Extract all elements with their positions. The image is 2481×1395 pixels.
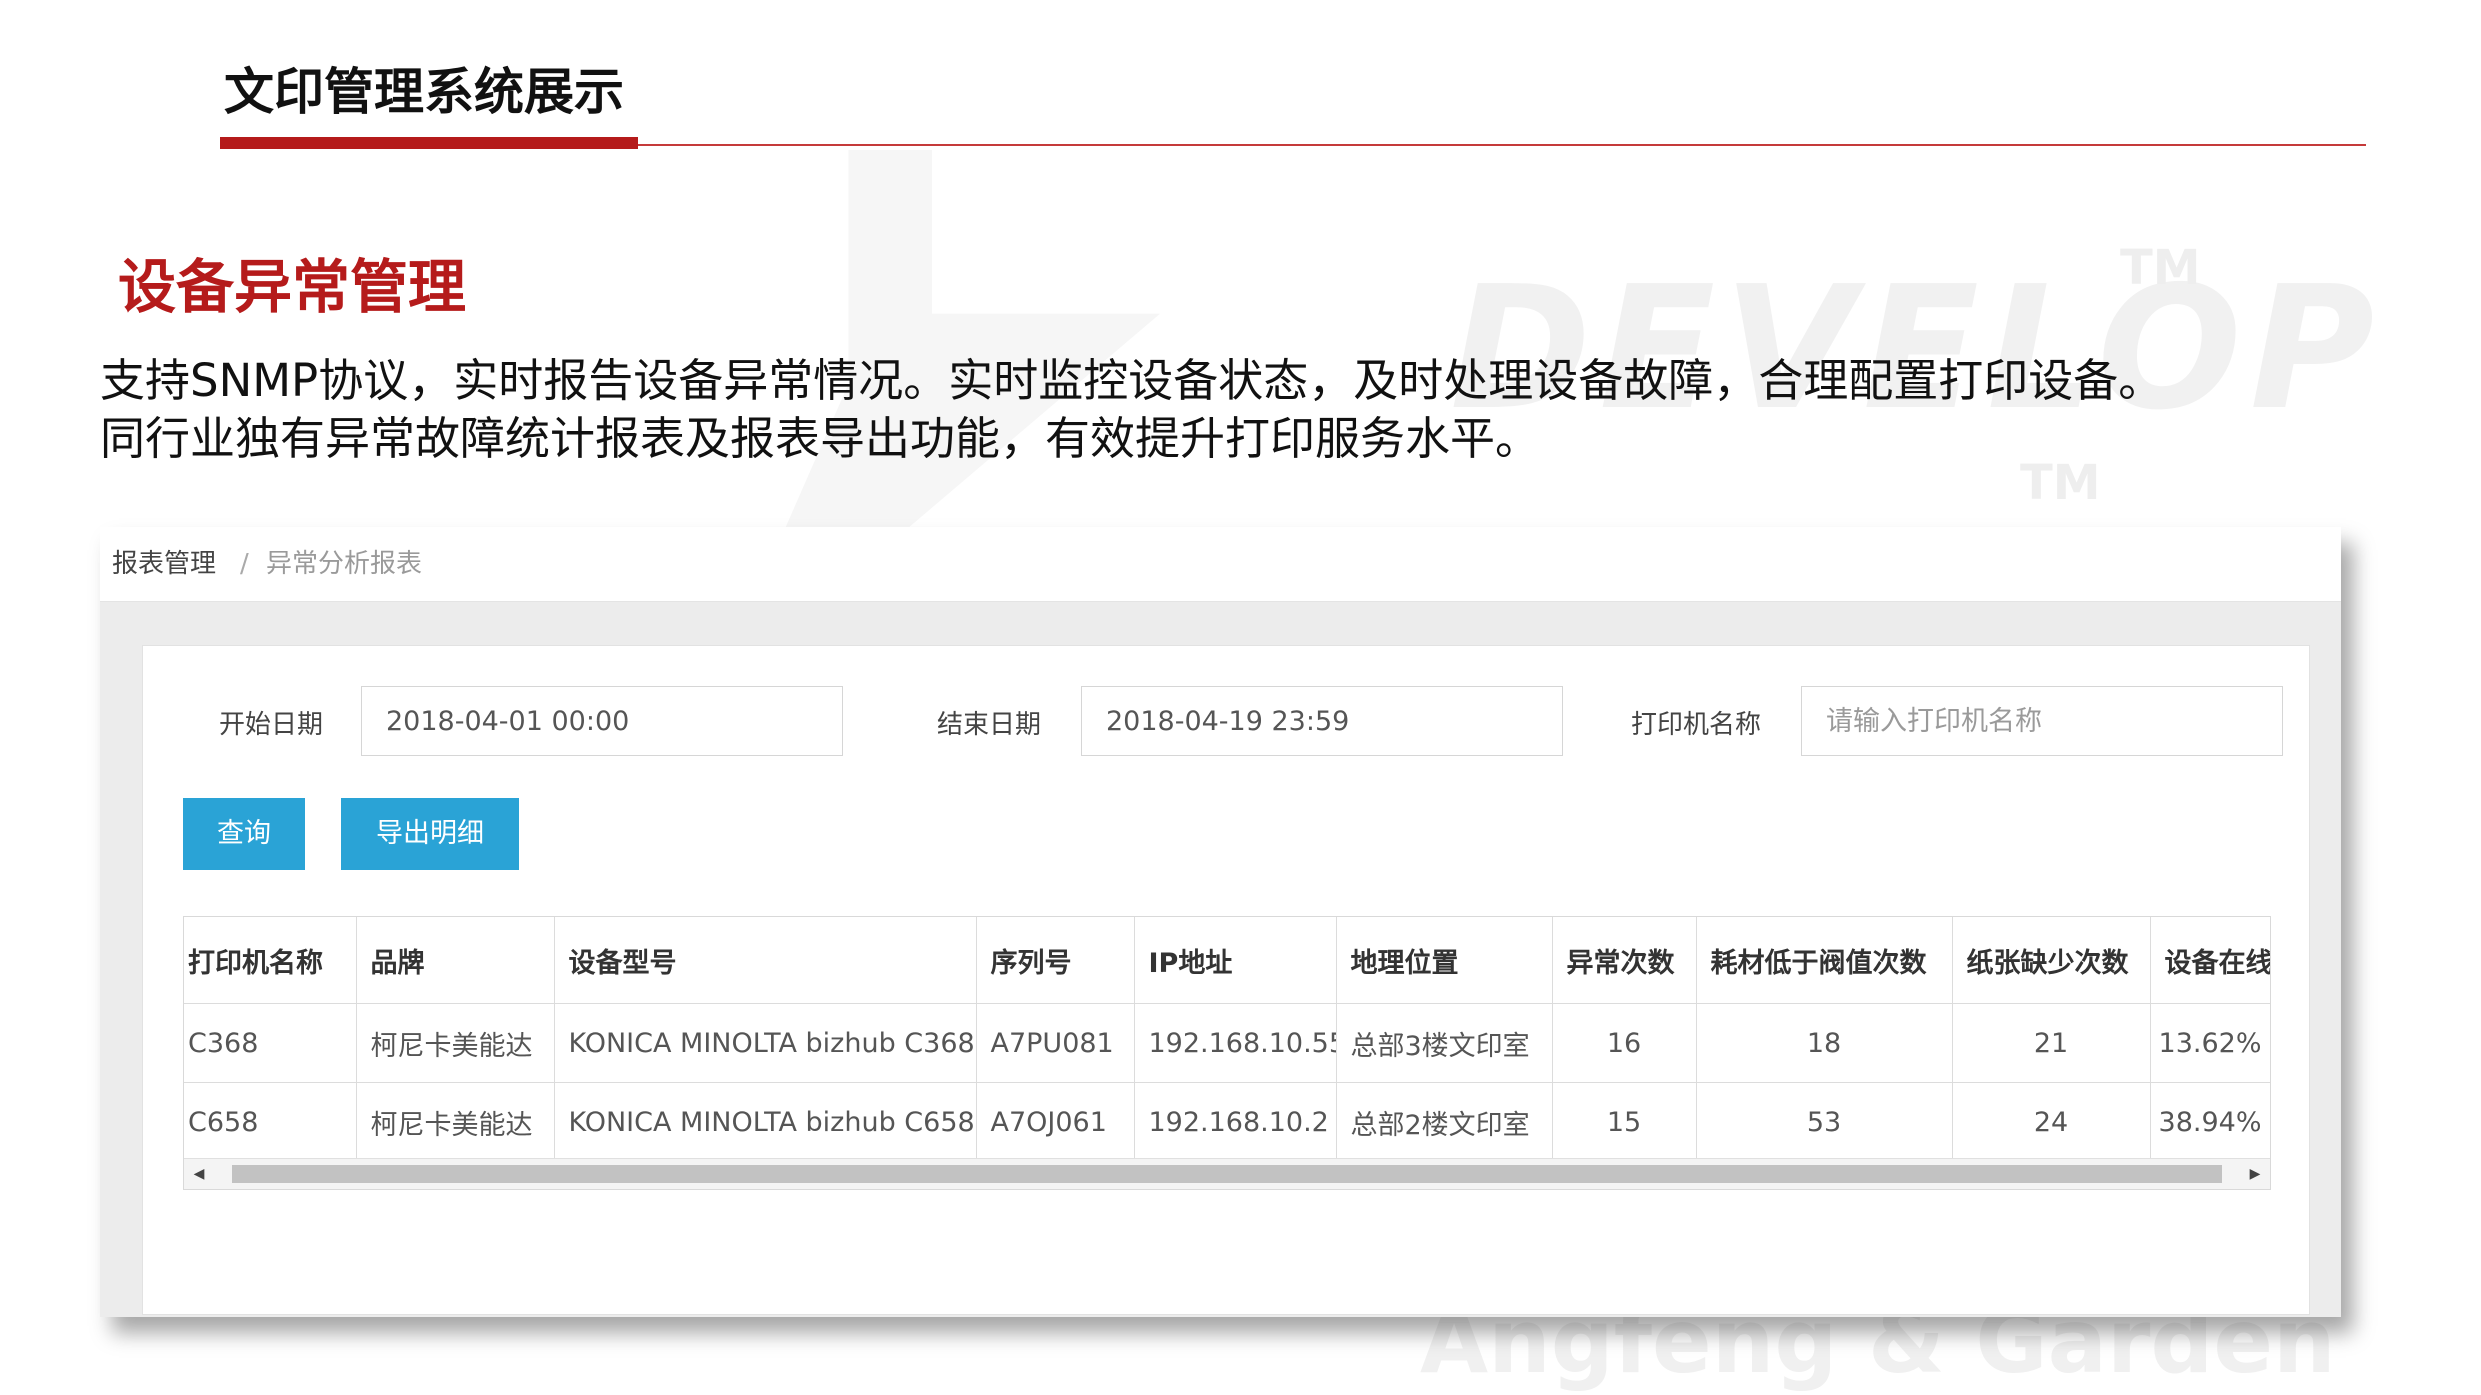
table-cell: 柯尼卡美能达 [356, 1003, 555, 1083]
table-cell: 16 [1552, 1003, 1697, 1083]
breadcrumb: 报表管理 / 异常分析报表 [100, 527, 2341, 602]
column-header[interactable]: 序列号 [976, 917, 1135, 1004]
query-button[interactable]: 查询 [183, 798, 305, 870]
table-header-row: 打印机名称 品牌 设备型号 序列号 IP地址 地理位置 异常次数 耗材低于阀值次… [184, 917, 2270, 1004]
report-screenshot-panel: 报表管理 / 异常分析报表 开始日期 2018-04-01 00:00 结束日期… [100, 527, 2341, 1317]
column-header[interactable]: IP地址 [1134, 917, 1337, 1004]
printer-name-label: 打印机名称 [1631, 710, 1762, 740]
export-detail-button[interactable]: 导出明细 [341, 798, 519, 870]
column-header[interactable]: 耗材低于阀值次数 [1696, 917, 1953, 1004]
table-cell: 53 [1696, 1082, 1953, 1162]
description-line-2: 同行业独有异常故障统计报表及报表导出功能，有效提升打印服务水平。 [100, 412, 1541, 465]
table-cell: C658 [184, 1082, 357, 1162]
table-cell: 总部2楼文印室 [1336, 1082, 1553, 1162]
horizontal-scrollbar[interactable]: ◀ ▶ [184, 1158, 2270, 1189]
column-header[interactable]: 纸张缺少次数 [1952, 917, 2151, 1004]
table-cell: 21 [1952, 1003, 2151, 1083]
breadcrumb-root[interactable]: 报表管理 [112, 527, 216, 601]
table-cell: KONICA MINOLTA bizhub C658 [554, 1082, 977, 1162]
table-cell: 柯尼卡美能达 [356, 1082, 555, 1162]
printer-name-input[interactable]: 请输入打印机名称 [1801, 686, 2283, 756]
table-row[interactable]: C368 柯尼卡美能达 KONICA MINOLTA bizhub C368 A… [184, 1003, 2270, 1083]
table-cell: 18 [1696, 1003, 1953, 1083]
table-cell: 24 [1952, 1082, 2151, 1162]
section-title: 设备异常管理 [118, 253, 467, 321]
section-description: 支持SNMP协议，实时报告设备异常情况。实时监控设备状态，及时处理设备故障，合理… [100, 352, 2400, 468]
caret-left-icon[interactable]: ◀ [184, 1159, 214, 1189]
anomaly-report-table: 打印机名称 品牌 设备型号 序列号 IP地址 地理位置 异常次数 耗材低于阀值次… [183, 916, 2271, 1190]
report-card: 开始日期 2018-04-01 00:00 结束日期 2018-04-19 23… [142, 645, 2310, 1315]
table-cell: KONICA MINOLTA bizhub C368 [554, 1003, 977, 1083]
watermark-logo-mark [780, 150, 1160, 540]
column-header[interactable]: 设备型号 [554, 917, 977, 1004]
table-cell: 38.94% [2150, 1082, 2270, 1162]
start-date-label: 开始日期 [219, 710, 324, 740]
caret-right-icon[interactable]: ▶ [2240, 1159, 2270, 1189]
column-header[interactable]: 品牌 [356, 917, 555, 1004]
column-header[interactable]: 异常次数 [1552, 917, 1697, 1004]
watermark-tm: TM [2120, 240, 2201, 296]
end-date-input[interactable]: 2018-04-19 23:59 [1081, 686, 1563, 756]
table-cell: 15 [1552, 1082, 1697, 1162]
page-title: 文印管理系统展示 [224, 63, 624, 121]
start-date-input[interactable]: 2018-04-01 00:00 [361, 686, 843, 756]
scrollbar-thumb[interactable] [232, 1165, 2222, 1183]
data-table: 打印机名称 品牌 设备型号 序列号 IP地址 地理位置 异常次数 耗材低于阀值次… [184, 917, 2270, 1162]
breadcrumb-current: 异常分析报表 [266, 549, 423, 579]
column-header[interactable]: 打印机名称 [184, 917, 357, 1004]
title-underline-bar [220, 137, 638, 149]
end-date-label: 结束日期 [937, 710, 1042, 740]
table-cell: 总部3楼文印室 [1336, 1003, 1553, 1083]
column-header[interactable]: 地理位置 [1336, 917, 1553, 1004]
table-cell: A7OJ061 [976, 1082, 1135, 1162]
table-cell: 192.168.10.55 [1134, 1003, 1337, 1083]
table-cell: 13.62% [2150, 1003, 2270, 1083]
breadcrumb-separator: / [240, 549, 249, 579]
table-cell: 192.168.10.2 [1134, 1082, 1337, 1162]
description-line-1: 支持SNMP协议，实时报告设备异常情况。实时监控设备状态，及时处理设备故障，合理… [100, 354, 2164, 407]
title-divider-line [638, 144, 2366, 146]
table-row[interactable]: C658 柯尼卡美能达 KONICA MINOLTA bizhub C658 A… [184, 1082, 2270, 1162]
table-cell: C368 [184, 1003, 357, 1083]
table-cell: A7PU081 [976, 1003, 1135, 1083]
column-header[interactable]: 设备在线率 [2150, 917, 2270, 1004]
